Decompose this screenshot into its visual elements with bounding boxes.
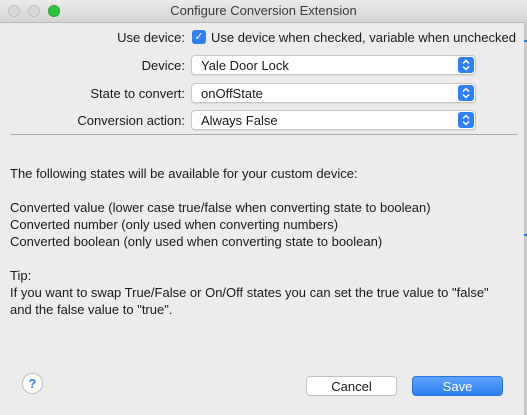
separator [10, 134, 517, 135]
tip-line-1: If you want to swap True/False or On/Off… [10, 285, 489, 300]
state-select-value: onOffState [201, 86, 263, 101]
device-select-value: Yale Door Lock [201, 58, 289, 73]
cancel-button[interactable]: Cancel [306, 376, 397, 396]
title-bar: Configure Conversion Extension [0, 0, 527, 23]
states-intro-text: The following states will be available f… [10, 166, 358, 181]
state-line-value: Converted value (lower case true/false w… [10, 200, 431, 215]
checkmark-icon: ✓ [194, 31, 204, 43]
help-button[interactable]: ? [22, 373, 43, 394]
chevron-updown-icon [458, 112, 474, 128]
dialog-window: Configure Conversion Extension Use devic… [0, 0, 527, 415]
device-select[interactable]: Yale Door Lock [191, 55, 476, 75]
window-title: Configure Conversion Extension [170, 3, 357, 18]
action-select-value: Always False [201, 113, 278, 128]
use-device-label: Use device: [117, 30, 185, 45]
state-line-boolean: Converted boolean (only used when conver… [10, 234, 383, 249]
conversion-action-label: Conversion action: [77, 113, 185, 128]
chevron-updown-icon [458, 85, 474, 101]
tip-heading: Tip: [10, 268, 32, 283]
tip-line-2: and the false value to "true". [10, 302, 173, 317]
use-device-checkbox-label[interactable]: Use device when checked, variable when u… [211, 30, 516, 45]
state-line-number: Converted number (only used when convert… [10, 217, 339, 232]
conversion-action-select[interactable]: Always False [191, 110, 476, 130]
state-to-convert-label: State to convert: [90, 86, 185, 101]
state-to-convert-select[interactable]: onOffState [191, 83, 476, 103]
use-device-checkbox[interactable]: ✓ [192, 30, 206, 44]
save-button[interactable]: Save [412, 376, 503, 396]
device-label: Device: [141, 58, 185, 73]
chevron-updown-icon [458, 57, 474, 73]
